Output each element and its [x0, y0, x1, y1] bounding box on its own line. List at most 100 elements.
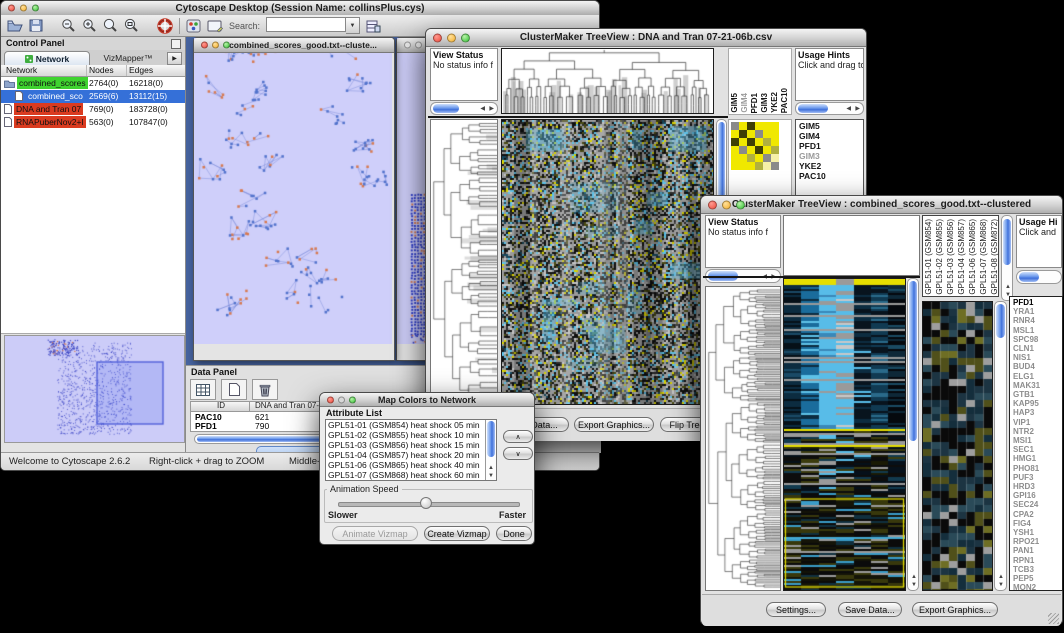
zoom-heatmap[interactable] [731, 122, 779, 170]
gene-label[interactable]: RPN1 [1013, 556, 1059, 565]
zoom-window-icon[interactable] [736, 200, 745, 209]
float-panel-icon[interactable] [171, 39, 181, 49]
heatmap-main[interactable] [501, 119, 714, 405]
gene-label[interactable]: GIM3 [799, 151, 860, 161]
sub-heatmap-vscrollbar[interactable]: ▲▼ [994, 301, 1007, 591]
gene-label[interactable]: SEC24 [1013, 500, 1059, 509]
speed-slider-thumb[interactable] [420, 497, 432, 509]
zoom-selected-icon[interactable] [103, 18, 118, 33]
save-icon[interactable] [29, 19, 43, 32]
tabs-overflow-icon[interactable]: ▶ [167, 52, 182, 65]
zoom-fit-icon[interactable] [124, 18, 139, 33]
gene-label[interactable]: PUF3 [1013, 473, 1059, 482]
array-dendrogram-area[interactable] [783, 215, 920, 276]
gene-label[interactable]: ELG1 [1013, 372, 1059, 381]
done-button[interactable]: Done [496, 526, 532, 541]
treeview2-titlebar[interactable]: ClusterMaker TreeView : combined_scores_… [701, 196, 1062, 214]
gene-label[interactable]: TCB3 [1013, 565, 1059, 574]
col-header-edges[interactable]: Edges [129, 65, 153, 75]
close-icon[interactable] [327, 396, 334, 403]
open-file-icon[interactable] [7, 19, 23, 32]
attribute-list-vscrollbar[interactable]: ▲▼ [485, 420, 496, 480]
gene-label[interactable]: PEP5 [1013, 574, 1059, 583]
animate-vizmap-button[interactable]: Animate Vizmap [332, 526, 418, 541]
gene-label[interactable]: PAN1 [1013, 546, 1059, 555]
gene-label[interactable]: CPA2 [1013, 510, 1059, 519]
dialog-titlebar[interactable]: Map Colors to Network [320, 393, 534, 407]
annotation-icon[interactable] [207, 19, 223, 33]
array-dendrogram[interactable] [501, 48, 714, 114]
column-label[interactable]: YKE2 [770, 92, 780, 113]
id-column-header[interactable]: ID [217, 401, 225, 410]
help-icon[interactable] [157, 18, 173, 34]
gene-label[interactable]: SPC98 [1013, 335, 1059, 344]
gene-label[interactable]: SEC1 [1013, 445, 1059, 454]
gene-label[interactable]: HAP3 [1013, 408, 1059, 417]
gene-label[interactable]: MSL1 [1013, 326, 1059, 335]
column-label[interactable]: PAC10 [780, 88, 790, 113]
network-row[interactable]: RNAPuberNov2+I 563(0) 107847(0) [1, 116, 185, 129]
minimize-icon[interactable] [447, 33, 456, 42]
minimize-icon[interactable] [20, 5, 27, 12]
close-icon[interactable] [404, 42, 411, 49]
gene-label[interactable]: MSI1 [1013, 436, 1059, 445]
gene-dendrogram[interactable] [430, 119, 498, 405]
gene-label[interactable]: VIP1 [1013, 418, 1059, 427]
cytoscape-titlebar[interactable]: Cytoscape Desktop (Session Name: collins… [1, 1, 599, 16]
gene-label[interactable]: GIM5 [799, 121, 860, 131]
zoom-in-icon[interactable] [82, 18, 97, 33]
gene-label[interactable]: GIM4 [799, 131, 860, 141]
column-label[interactable]: GIM4 [740, 93, 750, 113]
column-label[interactable]: GPL51-03 (GSM856) [946, 219, 957, 295]
heatmap-main[interactable] [783, 278, 906, 591]
zoom-window-icon[interactable] [32, 5, 39, 12]
gene-label[interactable]: YRA1 [1013, 307, 1059, 316]
gene-label[interactable]: NIS1 [1013, 353, 1059, 362]
resize-grip[interactable] [1048, 613, 1059, 624]
gene-label[interactable]: RNR4 [1013, 316, 1059, 325]
gene-label[interactable]: GTB1 [1013, 390, 1059, 399]
gene-label[interactable]: PFD1 [799, 141, 860, 151]
delete-attribute-icon[interactable] [252, 379, 278, 400]
close-icon[interactable] [433, 33, 442, 42]
tab-vizmapper[interactable]: VizMapper™ [91, 51, 165, 64]
column-label[interactable]: GPL51-01 (GSM854) [924, 219, 935, 295]
zoom-window-icon[interactable] [349, 396, 356, 403]
frame1-titlebar[interactable]: combined_scores_good.txt--cluste... [194, 38, 394, 53]
gene-label[interactable]: GPI16 [1013, 491, 1059, 500]
col-header-network[interactable]: Network [6, 65, 37, 75]
col-header-nodes[interactable]: Nodes [89, 65, 114, 75]
column-label[interactable]: GPL51-04 (GSM857) [957, 219, 968, 295]
usage-hints-hscrollbar[interactable]: ◀▶ [795, 102, 864, 115]
gene-label[interactable]: CLN1 [1013, 344, 1059, 353]
gene-label[interactable]: NTR2 [1013, 427, 1059, 436]
export-graphics-button[interactable]: Export Graphics... [574, 417, 654, 432]
gene-label[interactable]: HMG1 [1013, 454, 1059, 463]
network-view-canvas[interactable] [194, 38, 392, 344]
vizmap-icon[interactable] [186, 19, 201, 33]
attribute-item[interactable]: GPL51-07 (GSM868) heat shock 60 min [328, 471, 484, 481]
move-down-button[interactable]: ∨ [503, 447, 533, 460]
column-label[interactable]: GIM3 [760, 93, 770, 113]
gene-label[interactable]: RPO21 [1013, 537, 1059, 546]
close-icon[interactable] [8, 5, 15, 12]
minimize-icon[interactable] [415, 42, 422, 49]
network-row[interactable]: DNA and Tran 07 769(0) 183728(0) [1, 103, 185, 116]
gene-label[interactable]: YSH1 [1013, 528, 1059, 537]
attribute-batch-icon[interactable] [366, 19, 381, 33]
column-label[interactable]: GIM5 [730, 93, 740, 113]
close-icon[interactable] [201, 42, 208, 49]
column-label[interactable]: PFD1 [750, 93, 760, 113]
gene-label[interactable]: MAK31 [1013, 381, 1059, 390]
search-input[interactable] [266, 17, 346, 32]
column-label[interactable]: GPL51-07 (GSM868) [979, 219, 990, 295]
column-labels-vscrollbar[interactable]: ▲▼ [1001, 215, 1013, 301]
tab-network[interactable]: Network [4, 51, 90, 66]
column-label[interactable]: GPL51-02 (GSM855) [935, 219, 946, 295]
usage-hints-hscrollbar[interactable] [1016, 270, 1062, 284]
minimize-icon[interactable] [338, 396, 345, 403]
new-attribute-icon[interactable] [221, 379, 247, 400]
column-label[interactable]: GPL51-06 (GSM865) [968, 219, 979, 295]
gene-label[interactable]: HRD3 [1013, 482, 1059, 491]
treeview1-titlebar[interactable]: ClusterMaker TreeView : DNA and Tran 07-… [426, 29, 866, 47]
